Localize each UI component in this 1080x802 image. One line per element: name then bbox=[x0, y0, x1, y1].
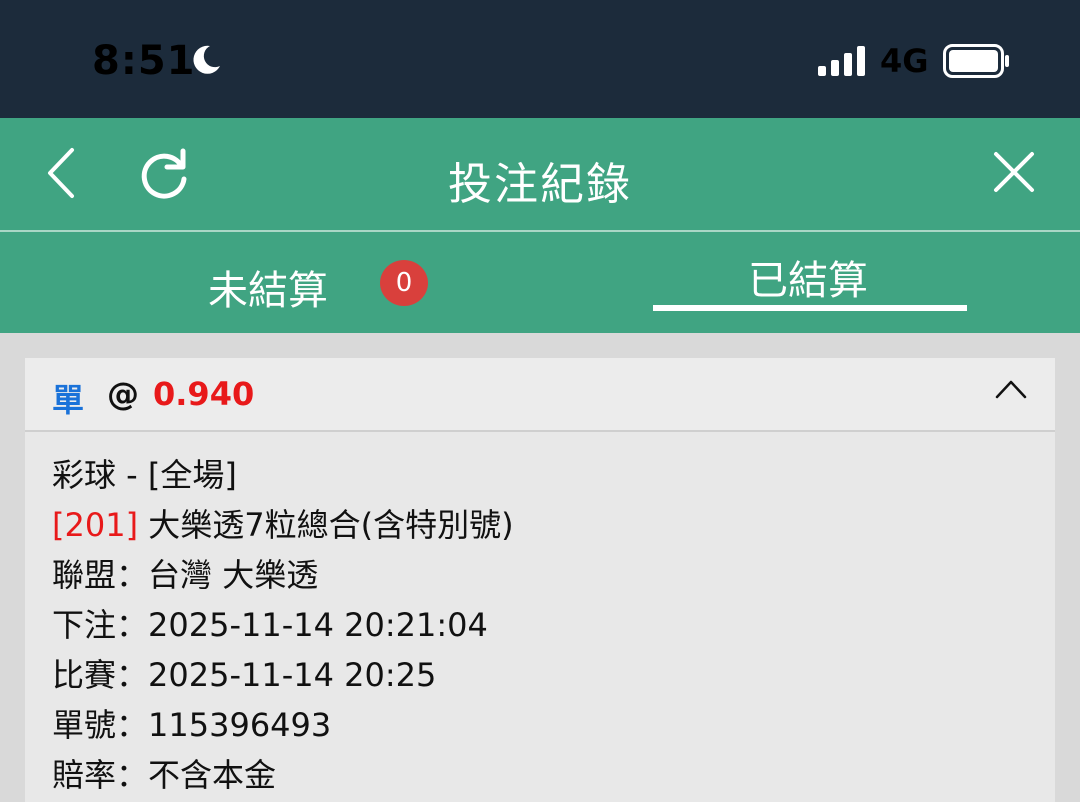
ticket-line: 單號：115396493 bbox=[52, 700, 331, 746]
bet-time-line: 下注：2025-11-14 20:21:04 bbox=[52, 600, 488, 646]
tab-settled[interactable]: 已結算 bbox=[748, 248, 868, 306]
status-time: 8:51 bbox=[92, 38, 196, 84]
bet-time-value: 2025-11-14 20:21:04 bbox=[148, 606, 488, 644]
moon-icon bbox=[193, 45, 220, 74]
league-value: 台灣 大樂透 bbox=[148, 556, 319, 594]
tab-unsettled[interactable]: 未結算 bbox=[208, 258, 328, 316]
odds-type-value: 不含本金 bbox=[148, 756, 277, 794]
active-tab-indicator bbox=[653, 305, 967, 311]
odds-type-label: 賠率： bbox=[52, 756, 149, 794]
bet-odds: 0.940 bbox=[153, 375, 255, 413]
ticket-label: 單號： bbox=[52, 706, 149, 744]
close-icon[interactable] bbox=[990, 148, 1038, 196]
chevron-up-icon[interactable] bbox=[994, 378, 1028, 400]
odds-at-symbol: @ bbox=[107, 375, 139, 413]
ticket-number: 115396493 bbox=[148, 706, 332, 744]
signal-icon bbox=[818, 46, 865, 76]
league-line: 聯盟：台灣 大樂透 bbox=[52, 550, 318, 596]
match-time-label: 比賽： bbox=[52, 656, 149, 694]
bet-selection: 大樂透7粒總合(含特別號) bbox=[148, 506, 514, 544]
unsettled-count-badge: 0 bbox=[380, 260, 428, 306]
bet-market: 彩球 - [全場] bbox=[52, 456, 237, 494]
bet-code: [201] bbox=[52, 506, 139, 544]
battery-icon bbox=[943, 44, 1009, 78]
match-time-line: 比賽：2025-11-14 20:25 bbox=[52, 650, 436, 696]
match-time-value: 2025-11-14 20:25 bbox=[148, 656, 437, 694]
network-type: 4G bbox=[880, 42, 929, 80]
odds-type-line: 賠率：不含本金 bbox=[52, 750, 276, 796]
league-label: 聯盟： bbox=[52, 556, 149, 594]
page-title: 投注紀錄 bbox=[448, 159, 632, 210]
bet-time-label: 下注： bbox=[52, 606, 149, 644]
tab-bar bbox=[0, 232, 1080, 333]
bet-type: 單 bbox=[52, 381, 85, 419]
bet-selection-line: [201] 大樂透7粒總合(含特別號) bbox=[52, 500, 514, 546]
